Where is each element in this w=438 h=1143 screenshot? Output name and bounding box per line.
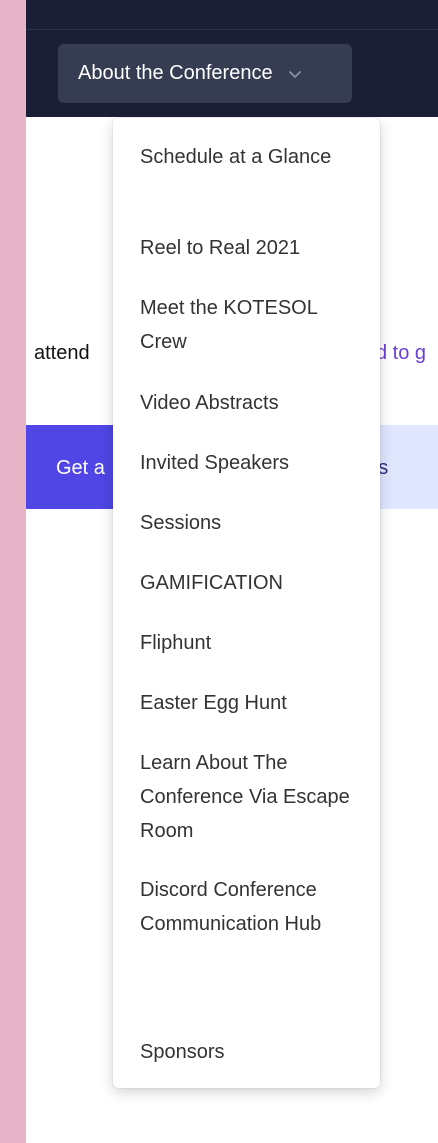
body-text-fragment: attend xyxy=(34,342,90,364)
about-conference-dropdown-button[interactable]: About the Conference xyxy=(58,44,352,103)
menu-item-easter-egg-hunt[interactable]: Easter Egg Hunt xyxy=(140,686,360,720)
menu-item-kotesol-crew[interactable]: Meet the KOTESOL Crew xyxy=(140,291,360,359)
menu-item-reel-to-real[interactable]: Reel to Real 2021 xyxy=(140,231,360,265)
menu-item-invited-speakers[interactable]: Invited Speakers xyxy=(140,446,360,480)
about-conference-label: About the Conference xyxy=(78,62,273,84)
navbar: About the Conference xyxy=(26,0,438,117)
navbar-divider xyxy=(26,29,438,30)
page-viewport: About the Conference attend d to g Get a… xyxy=(26,0,438,1143)
menu-item-gamification[interactable]: GAMIFICATION xyxy=(140,566,360,600)
menu-item-escape-room[interactable]: Learn About The Conference Via Escape Ro… xyxy=(140,746,360,848)
menu-item-schedule[interactable]: Schedule at a Glance xyxy=(140,140,360,174)
menu-item-video-abstracts[interactable]: Video Abstracts xyxy=(140,386,360,420)
menu-item-sessions[interactable]: Sessions xyxy=(140,506,360,540)
menu-item-fliphunt[interactable]: Fliphunt xyxy=(140,626,360,660)
body-link-fragment[interactable]: d to g xyxy=(376,342,426,365)
menu-item-discord-hub[interactable]: Discord Conference Communication Hub xyxy=(140,873,360,941)
menu-item-sponsors[interactable]: Sponsors xyxy=(140,1035,360,1069)
chevron-down-icon xyxy=(287,66,303,82)
about-conference-menu: Schedule at a Glance Reel to Real 2021 M… xyxy=(113,118,380,1088)
get-started-label: Get a xyxy=(56,457,105,479)
